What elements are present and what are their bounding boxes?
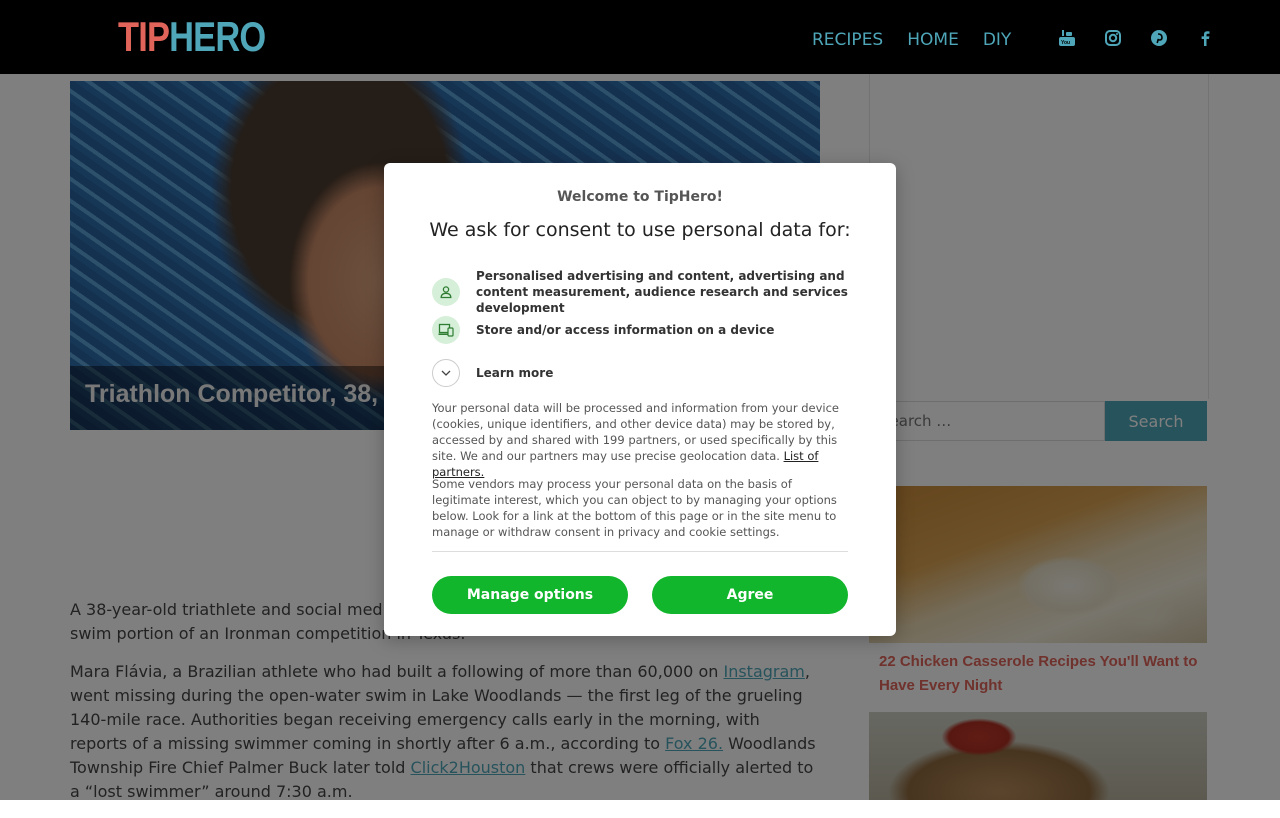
site-logo[interactable]: TIPHERO [118,13,266,60]
divider [432,551,848,552]
logo-hero: HERO [169,13,266,60]
consent-paragraph-1: Your personal data will be processed and… [432,400,852,480]
agree-button[interactable]: Agree [652,576,848,614]
chevron-down-icon[interactable] [432,359,460,387]
purpose-device-storage: Store and/or access information on a dev… [432,316,848,344]
purpose-device-storage-label: Store and/or access information on a dev… [476,323,775,337]
instagram-icon[interactable] [1104,29,1122,47]
consent-welcome: Welcome to TipHero! [557,189,723,205]
logo-tip: TIP [118,13,170,60]
consent-paragraph-text: Your personal data will be processed and… [432,401,840,463]
social-links: You [1058,29,1214,47]
svg-text:You: You [1061,40,1070,46]
pinterest-icon[interactable] [1150,29,1168,47]
consent-title: We ask for consent to use personal data … [429,219,851,241]
facebook-icon[interactable] [1196,29,1214,47]
purpose-advertising: Personalised advertising and content, ad… [432,268,848,316]
manage-options-button[interactable]: Manage options [432,576,628,614]
main-nav: RECIPES HOME DIY [812,28,1011,52]
site-header: TIPHERO RECIPES HOME DIY You [0,0,1280,74]
devices-icon [432,316,460,344]
youtube-icon[interactable]: You [1058,29,1076,47]
consent-paragraph-2: Some vendors may process your personal d… [432,477,837,539]
learn-more-label[interactable]: Learn more [476,365,848,381]
learn-more-toggle[interactable]: Learn more [432,359,848,387]
nav-recipes[interactable]: RECIPES [812,28,883,52]
nav-diy[interactable]: DIY [983,28,1012,52]
purpose-advertising-label: Personalised advertising and content, ad… [476,269,848,315]
person-icon [432,278,460,306]
consent-dialog: Welcome to TipHero! We ask for consent t… [384,163,896,636]
nav-home[interactable]: HOME [907,28,959,52]
